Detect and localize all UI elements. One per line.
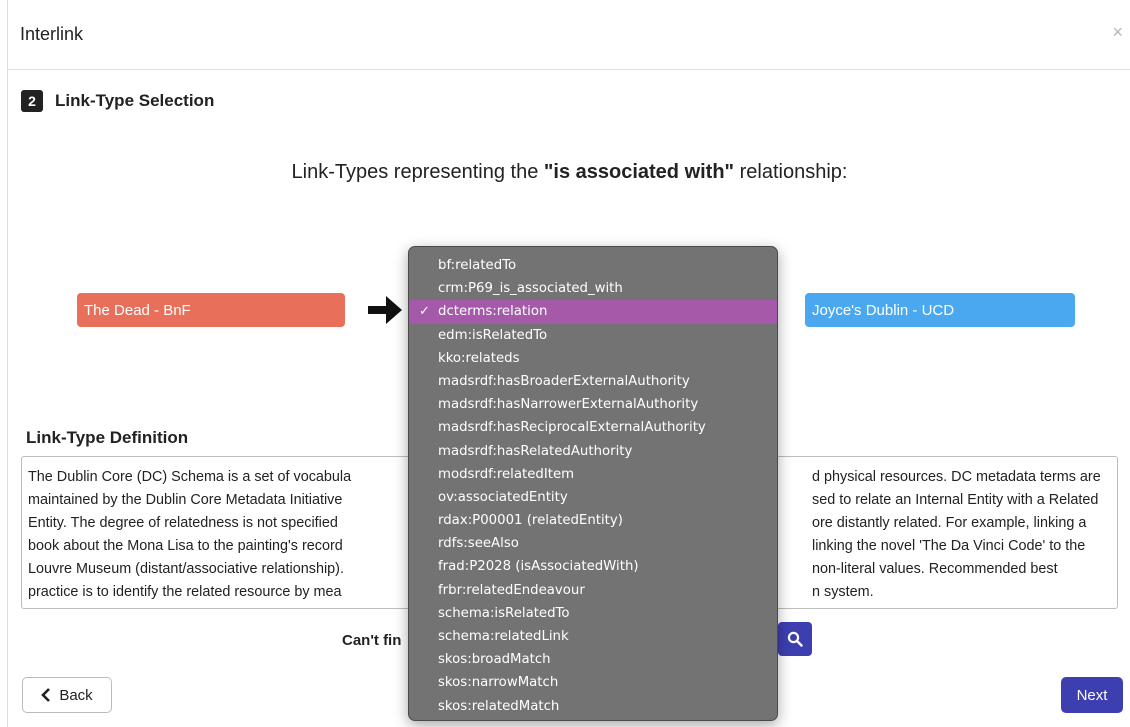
relationship-heading: Link-Types representing the "is associat… (8, 161, 1130, 184)
dropdown-option[interactable]: ov:associatedEntity (409, 486, 777, 509)
dropdown-option[interactable]: madsrdf:hasReciprocalExternalAuthority (409, 416, 777, 439)
definition-label: Link-Type Definition (26, 428, 189, 447)
step-title: Link-Type Selection (55, 91, 215, 110)
step-number-badge: 2 (21, 90, 43, 112)
search-icon (787, 631, 803, 647)
dropdown-option[interactable]: madsrdf:hasRelatedAuthority (409, 440, 777, 463)
dropdown-option[interactable]: rdfs:seeAlso (409, 532, 777, 555)
dropdown-option-selected[interactable]: ✓ dcterms:relation (409, 300, 777, 324)
next-button[interactable]: Next (1061, 677, 1123, 713)
dropdown-option[interactable]: madsrdf:hasBroaderExternalAuthority (409, 370, 777, 393)
target-entity: Joyce's Dublin - UCD (805, 293, 1075, 327)
source-entity: The Dead - BnF (77, 293, 345, 327)
back-button[interactable]: Back (22, 677, 112, 713)
modal-header: Interlink × (8, 0, 1130, 70)
dropdown-option[interactable]: madsrdf:hasNarrowerExternalAuthority (409, 393, 777, 416)
arrow-right-icon (368, 296, 402, 324)
dropdown-option[interactable]: bf:relatedTo (409, 254, 777, 277)
dropdown-option[interactable]: skos:relatedMatch (409, 695, 777, 718)
dropdown-option[interactable]: schema:relatedLink (409, 625, 777, 648)
back-label: Back (59, 686, 93, 704)
heading-suffix: relationship: (734, 161, 848, 183)
close-icon[interactable]: × (1112, 22, 1123, 43)
dropdown-option[interactable]: kko:relateds (409, 347, 777, 370)
dropdown-option[interactable]: frad:P2028 (isAssociatedWith) (409, 555, 777, 578)
chevron-left-icon (41, 688, 51, 702)
dropdown-option[interactable]: modsrdf:relatedItem (409, 463, 777, 486)
dropdown-option[interactable]: schema:isRelatedTo (409, 602, 777, 625)
dropdown-option[interactable]: rdax:P00001 (relatedEntity) (409, 509, 777, 532)
dropdown-option[interactable]: edm:isRelatedTo (409, 324, 777, 347)
heading-relation: "is associated with" (543, 161, 735, 183)
dropdown-option[interactable]: skos:broadMatch (409, 648, 777, 671)
link-type-dropdown[interactable]: bf:relatedTo crm:P69_is_associated_with … (408, 246, 778, 721)
search-button[interactable] (778, 622, 812, 656)
checkmark-icon: ✓ (419, 304, 430, 320)
dropdown-option[interactable]: crm:P69_is_associated_with (409, 277, 777, 300)
modal-title: Interlink (20, 24, 84, 44)
dropdown-option[interactable]: skos:narrowMatch (409, 671, 777, 694)
dropdown-option[interactable]: frbr:relatedEndeavour (409, 579, 777, 602)
heading-prefix: Link-Types representing the (291, 161, 544, 183)
cant-find-prompt: Can't fin (342, 632, 402, 649)
step-indicator: 2 Link-Type Selection (21, 90, 214, 112)
